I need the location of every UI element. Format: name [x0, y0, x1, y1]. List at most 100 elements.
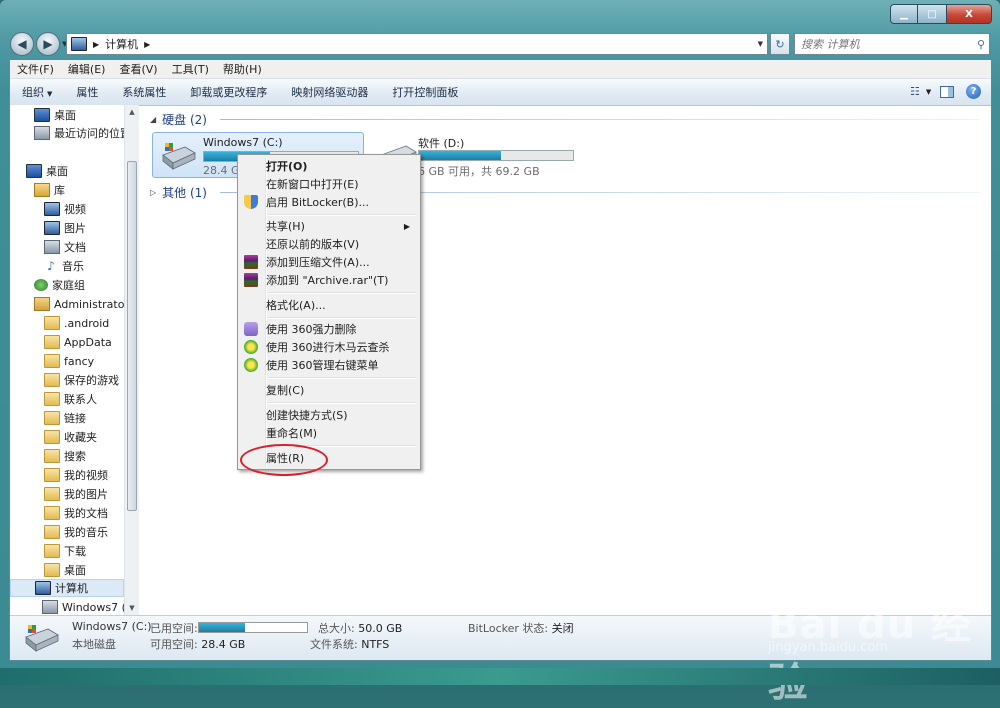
menu-item-label: 还原以前的版本(V): [266, 238, 360, 251]
chevron-down-icon[interactable]: ▼: [926, 88, 931, 96]
menu-item-label: 创建快捷方式(S): [266, 409, 348, 422]
nav-item-administrator[interactable]: Administrator: [34, 295, 129, 313]
search-box[interactable]: ⚲: [794, 33, 990, 55]
drive-icon: [42, 600, 58, 614]
menu-item-360-menu-manager[interactable]: 使用 360管理右键菜单: [240, 356, 418, 374]
nav-item-drive-c[interactable]: Windows7 (C:: [42, 598, 137, 616]
nav-item-saved-games[interactable]: 保存的游戏: [44, 371, 119, 389]
nav-item-appdata[interactable]: AppData: [44, 333, 112, 351]
nav-item-android[interactable]: .android: [44, 314, 109, 332]
map-network-drive-button[interactable]: 映射网络驱动器: [279, 84, 380, 100]
expand-triangle-icon[interactable]: ▷: [150, 188, 156, 197]
nav-item-favorites-desktop[interactable]: 桌面: [34, 106, 76, 124]
folder-icon: [44, 449, 60, 463]
nav-item-fancy[interactable]: fancy: [44, 352, 94, 370]
menu-item-format[interactable]: 格式化(A)...: [240, 296, 418, 314]
desktop-background-strip: [0, 668, 1000, 685]
menu-tools[interactable]: 工具(T): [165, 61, 216, 77]
forward-button[interactable]: ▶: [36, 32, 60, 56]
menu-help[interactable]: 帮助(H): [216, 61, 269, 77]
nav-item-my-pictures[interactable]: 我的图片: [44, 485, 108, 503]
scroll-up-icon[interactable]: ▲: [125, 105, 139, 119]
menu-item-open-new-window[interactable]: 在新窗口中打开(E): [240, 175, 418, 193]
menu-item-create-shortcut[interactable]: 创建快捷方式(S): [240, 406, 418, 424]
scroll-down-icon[interactable]: ▼: [125, 601, 139, 615]
menu-item-label: 在新窗口中打开(E): [266, 178, 359, 191]
nav-item-label: 桌面: [54, 109, 76, 122]
nav-item-label: AppData: [64, 335, 112, 349]
video-icon: [44, 202, 60, 216]
address-dropdown-icon[interactable]: ▼: [758, 40, 763, 48]
menu-item-label: 重命名(M): [266, 427, 318, 440]
menu-item-bitlocker[interactable]: 启用 BitLocker(B)...: [240, 193, 418, 211]
menu-item-share[interactable]: 共享(H) ▶: [240, 217, 418, 235]
close-button[interactable]: X: [947, 4, 992, 24]
nav-item-my-documents[interactable]: 我的文档: [44, 504, 108, 522]
open-control-panel-button[interactable]: 打开控制面板: [380, 84, 470, 100]
breadcrumb-separator-icon: ▶: [144, 39, 151, 49]
nav-item-label: 链接: [64, 412, 86, 425]
group-other[interactable]: ▷ 其他 (1): [150, 183, 207, 201]
menu-file[interactable]: 文件(F): [10, 61, 61, 77]
nav-item-desktop[interactable]: 桌面: [26, 162, 68, 180]
navigation-row: ◀ ▶ ▼ ▶ 计算机 ▶ ▼ ↻ ⚲: [10, 32, 990, 56]
uninstall-program-button[interactable]: 卸载或更改程序: [178, 84, 279, 100]
nav-item-recent-places[interactable]: 最近访问的位置: [34, 124, 131, 142]
menu-edit[interactable]: 编辑(E): [61, 61, 113, 77]
back-button[interactable]: ◀: [10, 32, 34, 56]
nav-item-libraries[interactable]: 库: [34, 181, 65, 199]
menu-view[interactable]: 查看(V): [112, 61, 164, 77]
drive-d-name: 软件 (D:): [418, 137, 465, 150]
nav-item-downloads[interactable]: 下载: [44, 542, 86, 560]
nav-item-links[interactable]: 链接: [44, 409, 86, 427]
nav-item-pictures[interactable]: 图片: [44, 219, 86, 237]
preview-pane-icon[interactable]: [940, 85, 954, 98]
menu-item-copy[interactable]: 复制(C): [240, 381, 418, 399]
folder-icon: [44, 544, 60, 558]
expand-triangle-icon[interactable]: ◢: [150, 115, 156, 124]
system-properties-button[interactable]: 系统属性: [110, 84, 178, 100]
nav-item-contacts[interactable]: 联系人: [44, 390, 97, 408]
search-input[interactable]: [795, 36, 973, 52]
nav-item-label: 计算机: [55, 582, 88, 595]
change-view-icon[interactable]: ☷ ▼: [910, 85, 931, 99]
folder-icon: [44, 563, 60, 577]
menu-item-360-delete[interactable]: 使用 360强力删除: [240, 320, 418, 338]
nav-item-searches[interactable]: 搜索: [44, 447, 86, 465]
menu-item-add-to-archive-rar[interactable]: 添加到 "Archive.rar"(T): [240, 271, 418, 289]
nav-item-favorites[interactable]: 收藏夹: [44, 428, 97, 446]
nav-item-documents[interactable]: 文档: [44, 238, 86, 256]
menu-item-open[interactable]: 打开(O): [240, 157, 418, 175]
group-hard-disks[interactable]: ◢ 硬盘 (2): [150, 110, 207, 128]
nav-item-videos[interactable]: 视频: [44, 200, 86, 218]
nav-item-homegroup[interactable]: 家庭组: [34, 276, 85, 294]
menu-item-label: 共享(H): [266, 220, 305, 233]
nav-item-my-videos[interactable]: 我的视频: [44, 466, 108, 484]
address-bar[interactable]: ▶ 计算机 ▶ ▼: [66, 33, 768, 55]
details-used-bar: [198, 622, 308, 633]
search-icon[interactable]: ⚲: [977, 38, 985, 51]
desktop-icon: [26, 164, 42, 178]
nav-item-label: Administrator: [54, 297, 129, 311]
menu-separator: [268, 214, 416, 216]
menu-item-restore-versions[interactable]: 还原以前的版本(V): [240, 235, 418, 253]
computer-icon: [71, 37, 87, 51]
refresh-button[interactable]: ↻: [770, 33, 790, 55]
nav-item-computer[interactable]: 计算机: [10, 579, 124, 597]
menu-item-360-scan[interactable]: 使用 360进行木马云查杀: [240, 338, 418, 356]
properties-button[interactable]: 属性: [64, 84, 110, 100]
nav-item-my-music[interactable]: 我的音乐: [44, 523, 108, 541]
nav-item-music[interactable]: ♪ 音乐: [44, 257, 84, 275]
scroll-thumb[interactable]: [127, 161, 137, 511]
menu-item-rename[interactable]: 重命名(M): [240, 424, 418, 442]
breadcrumb-computer[interactable]: 计算机: [105, 36, 138, 52]
organize-label: 组织: [22, 86, 44, 99]
organize-button[interactable]: 组织 ▼: [10, 84, 64, 100]
nav-item-admin-desktop[interactable]: 桌面: [44, 561, 86, 579]
maximize-button[interactable]: □: [918, 4, 947, 24]
minimize-button[interactable]: ▁: [890, 4, 918, 24]
360-delete-icon: [244, 322, 258, 336]
nav-scrollbar[interactable]: ▲ ▼: [124, 105, 139, 615]
menu-item-add-to-archive[interactable]: 添加到压缩文件(A)...: [240, 253, 418, 271]
help-icon[interactable]: ?: [966, 84, 981, 99]
